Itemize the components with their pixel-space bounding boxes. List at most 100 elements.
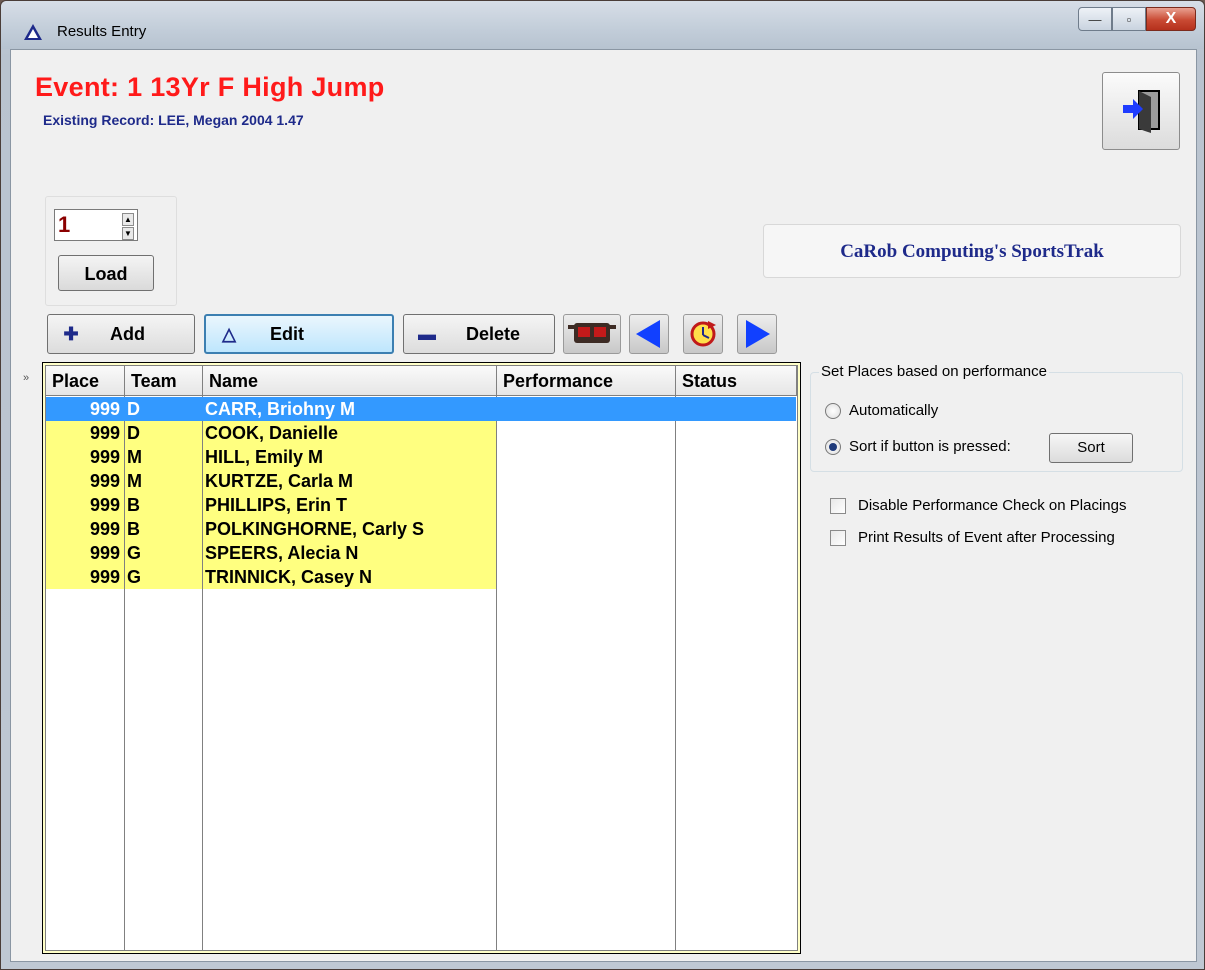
brand-label: CaRob Computing's SportsTrak [763,224,1181,278]
grid-header: Place Team Name Performance Status [46,366,797,396]
set-places-legend: Set Places based on performance [819,363,1049,380]
refresh-icon [690,321,716,347]
exit-button[interactable] [1102,72,1180,150]
delete-button[interactable]: ▬ Delete [403,314,555,354]
cell-team[interactable]: B [125,493,202,517]
event-number-value[interactable]: 1 [58,212,70,238]
cell-team[interactable]: G [125,565,202,589]
cell-name[interactable]: TRINNICK, Casey N [203,565,496,589]
maximize-button[interactable]: ▫ [1112,7,1146,31]
cell-place[interactable]: 999 [46,517,124,541]
column-header-status[interactable]: Status [676,366,797,396]
cell-place[interactable]: 999 [46,541,124,565]
cell-performance[interactable] [497,565,675,589]
existing-record: Existing Record: LEE, Megan 2004 1.47 [43,112,304,128]
print-results-checkbox[interactable] [830,530,846,546]
cell-place[interactable]: 999 [46,469,124,493]
table-row[interactable]: 999 D COOK, Danielle [46,421,797,445]
minimize-icon: — [1088,11,1102,27]
auto-radio[interactable] [825,403,841,419]
spinner-up-icon[interactable]: ▲ [122,213,134,226]
table-row[interactable]: 999 M HILL, Emily M [46,445,797,469]
spinner-down-icon[interactable]: ▼ [122,227,134,240]
cell-place[interactable]: 999 [46,445,124,469]
cell-status[interactable] [676,397,796,421]
close-button[interactable]: X [1146,7,1196,31]
auto-radio-label[interactable]: Automatically [849,402,938,419]
cell-status[interactable] [676,445,796,469]
cell-performance[interactable] [497,469,675,493]
print-results-label[interactable]: Print Results of Event after Processing [858,529,1115,546]
exit-door-icon [1123,90,1160,133]
edit-button[interactable]: △ Edit [204,314,394,354]
cell-team[interactable]: B [125,517,202,541]
cell-place[interactable]: 999 [46,421,124,445]
sort-radio[interactable] [825,439,841,455]
cell-name[interactable]: CARR, Briohny M [203,397,496,421]
table-row[interactable]: 999 B POLKINGHORNE, Carly S [46,517,797,541]
results-grid-body[interactable]: Place Team Name Performance Status 999 D C… [45,365,798,951]
cell-team[interactable]: D [125,421,202,445]
load-button-label: Load [84,264,128,284]
cell-name[interactable]: PHILLIPS, Erin T [203,493,496,517]
cell-place[interactable]: 999 [46,565,124,589]
cell-team[interactable]: M [125,469,202,493]
add-button[interactable]: ✚ Add [47,314,195,354]
expand-marker[interactable]: » [23,372,29,384]
column-header-team[interactable]: Team [125,366,203,396]
sort-radio-label[interactable]: Sort if button is pressed: [849,438,1011,455]
cell-performance[interactable] [497,445,675,469]
glasses-button[interactable] [563,314,621,354]
cell-performance[interactable] [497,493,675,517]
cell-status[interactable] [676,541,796,565]
load-group: 1 ▲ ▼ Load [45,196,177,306]
window-controls: — ▫ X [1078,7,1196,33]
sort-button[interactable]: Sort [1049,433,1133,463]
cell-name[interactable]: SPEERS, Alecia N [203,541,496,565]
table-row[interactable]: 999 M KURTZE, Carla M [46,469,797,493]
app-triangle-icon [24,24,42,40]
refresh-button[interactable] [683,314,723,354]
cell-status[interactable] [676,469,796,493]
close-icon: X [1165,10,1177,27]
cell-team[interactable]: D [125,397,202,421]
plus-icon: ✚ [63,323,79,344]
load-button[interactable]: Load [58,255,154,291]
column-header-place[interactable]: Place [46,366,125,396]
previous-button[interactable] [629,314,669,354]
cell-place[interactable]: 999 [46,397,124,421]
cell-status[interactable] [676,565,796,589]
cell-performance[interactable] [497,421,675,445]
cell-name[interactable]: HILL, Emily M [203,445,496,469]
cell-team[interactable]: M [125,445,202,469]
cell-status[interactable] [676,421,796,445]
disable-performance-check-label[interactable]: Disable Performance Check on Placings [858,497,1126,514]
cell-place[interactable]: 999 [46,493,124,517]
right-arrow-icon [746,320,770,348]
cell-team[interactable]: G [125,541,202,565]
add-button-label: Add [110,323,145,344]
cell-performance[interactable] [497,541,675,565]
cell-status[interactable] [676,493,796,517]
cell-performance[interactable] [497,517,675,541]
client-area: Event: 1 13Yr F High Jump Existing Recor… [10,49,1197,962]
table-row[interactable]: 999 D CARR, Briohny M [46,397,797,421]
cell-name[interactable]: KURTZE, Carla M [203,469,496,493]
next-button[interactable] [737,314,777,354]
title-bar[interactable]: Results Entry — ▫ X [1,1,1204,49]
cell-status[interactable] [676,517,796,541]
table-row[interactable]: 999 G TRINNICK, Casey N [46,565,797,589]
table-row[interactable]: 999 G SPEERS, Alecia N [46,541,797,565]
table-row[interactable]: 999 B PHILLIPS, Erin T [46,493,797,517]
cell-name[interactable]: POLKINGHORNE, Carly S [203,517,496,541]
column-header-performance[interactable]: Performance [497,366,676,396]
minimize-button[interactable]: — [1078,7,1112,31]
cell-name[interactable]: COOK, Danielle [203,421,496,445]
event-number-spinner[interactable]: 1 ▲ ▼ [54,209,138,241]
left-arrow-icon [636,320,660,348]
results-grid[interactable]: Place Team Name Performance Status 999 D C… [42,362,801,954]
spinner-arrows[interactable]: ▲ ▼ [122,213,134,240]
cell-performance[interactable] [497,397,675,421]
disable-performance-check-checkbox[interactable] [830,498,846,514]
column-header-name[interactable]: Name [203,366,497,396]
